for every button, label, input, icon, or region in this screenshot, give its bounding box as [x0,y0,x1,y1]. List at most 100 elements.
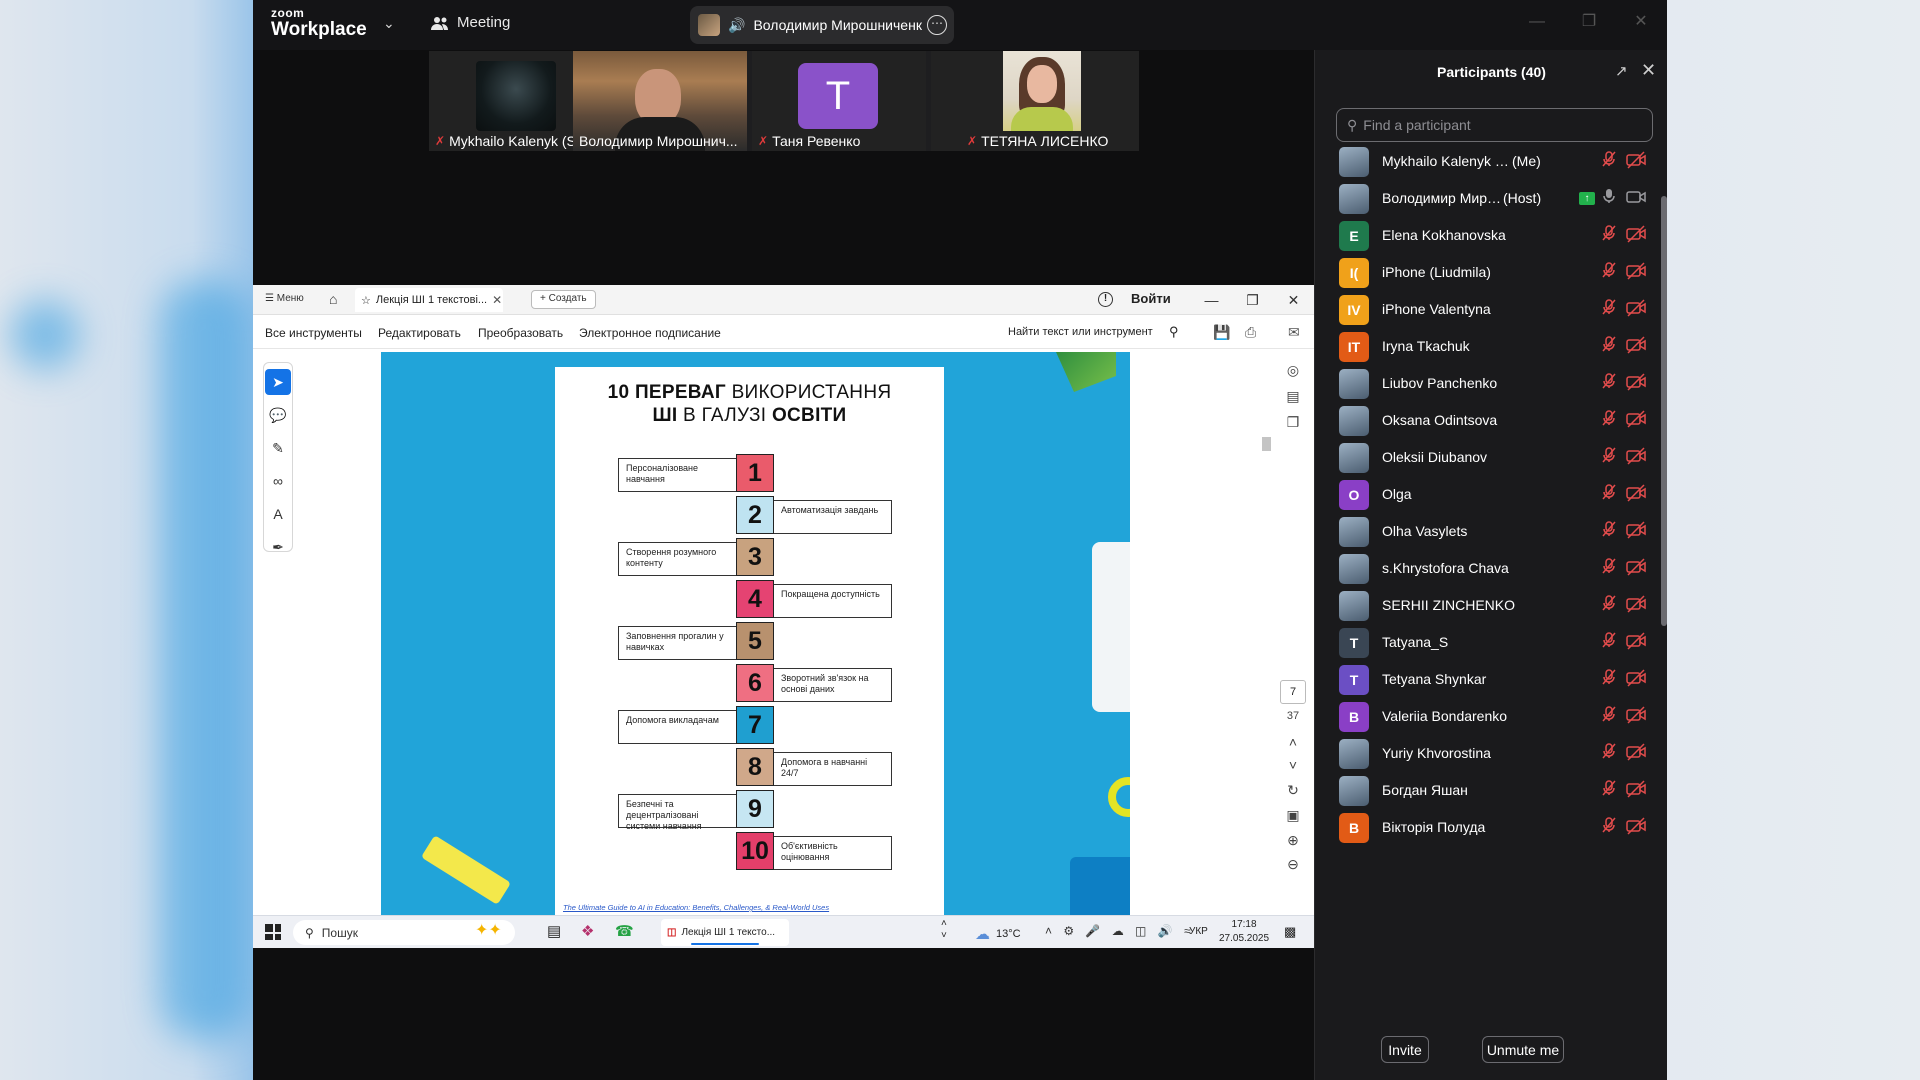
mic-muted-icon[interactable] [1601,706,1617,726]
mail-icon[interactable]: ✉ [1288,324,1300,341]
login-button[interactable]: Войти [1131,291,1171,306]
select-cursor-icon[interactable]: ➤ [265,369,291,395]
draw-icon[interactable]: ∞ [265,468,291,494]
active-speaker-pill[interactable]: 🔊 Володимир Мирошниченк ⋯ [690,6,954,44]
video-off-icon[interactable] [1626,262,1646,280]
mic-muted-icon[interactable] [1601,521,1617,541]
scrollbar-thumb[interactable] [1262,437,1271,451]
video-off-icon[interactable] [1626,558,1646,576]
video-off-icon[interactable] [1626,743,1646,761]
bookmarks-icon[interactable]: ▤ [1280,388,1306,405]
pages-icon[interactable]: ❐ [1280,414,1306,431]
mic-muted-icon[interactable] [1601,151,1617,171]
mic-muted-icon[interactable] [1601,410,1617,430]
esign-menu[interactable]: Электронное подписание [579,326,721,340]
system-tray-icons[interactable]: ˄ ⚙ 🎤 ☁ ◫ 🔊 ≈ [1045,924,1195,938]
mic-muted-icon[interactable] [1601,484,1617,504]
minimize-button[interactable]: — [1191,285,1232,315]
sign-icon[interactable]: ✒ [265,534,291,560]
document-tab[interactable]: ☆ Лекція ШІ 1 текстові... ✕ [355,288,503,312]
create-button[interactable]: + Создать [531,290,596,309]
unmute-me-button[interactable]: Unmute me [1482,1036,1564,1063]
highlight-pen-icon[interactable]: ✎ [265,435,291,461]
video-off-icon[interactable] [1626,817,1646,835]
acrobat-menu-button[interactable]: ☰ Меню [265,293,304,304]
taskbar-app-acrobat[interactable]: ◫ Лекція ШІ 1 тексто... [661,919,789,946]
weather-widget[interactable]: ☁ 13°C [975,925,1021,943]
video-off-icon[interactable] [1626,151,1646,169]
whatsapp-icon[interactable]: ☎ [615,922,634,940]
home-icon[interactable]: ⌂ [329,291,337,307]
mic-muted-icon[interactable] [1601,262,1617,282]
help-icon[interactable]: ! [1098,292,1113,307]
video-off-icon[interactable] [1626,706,1646,724]
rotate-icon[interactable]: ↻ [1280,782,1306,799]
comment-icon[interactable]: 💬 [265,402,291,428]
task-view-icon[interactable]: ▤ [547,922,561,940]
mic-muted-icon[interactable] [1601,817,1617,837]
taskbar-clock[interactable]: 17:18 27.05.2025 [1219,918,1269,946]
restore-button[interactable]: ❐ [1232,285,1273,315]
close-button[interactable]: ✕ [1615,0,1667,44]
print-icon[interactable]: ⎙ [1245,324,1256,341]
video-off-icon[interactable] [1626,410,1646,428]
video-off-icon[interactable] [1626,336,1646,354]
save-icon[interactable]: 💾 [1213,324,1230,341]
mic-muted-icon[interactable] [1601,225,1617,245]
current-page-input[interactable]: 7 [1280,680,1306,704]
mic-muted-icon[interactable] [1601,373,1617,393]
video-off-icon[interactable] [1626,669,1646,687]
video-icon[interactable] [1626,188,1646,206]
video-off-icon[interactable] [1626,373,1646,391]
source-link[interactable]: The Ultimate Guide to AI in Education: B… [563,903,829,912]
mic-muted-icon[interactable] [1601,780,1617,800]
language-indicator[interactable]: УКР [1189,926,1208,937]
participant-search-input[interactable] [1363,117,1634,133]
close-tab-icon[interactable]: ✕ [492,293,502,307]
video-tile[interactable]: ✗ ТЕТЯНА ЛИСЕНКО [931,51,1139,151]
document-view[interactable]: 10 ПЕРЕВАГ ВИКОРИСТАННЯ ШІ В ГАЛУЗІ ОСВІ… [381,352,1130,915]
convert-menu[interactable]: Преобразовать [478,326,563,340]
video-off-icon[interactable] [1626,595,1646,613]
search-icon[interactable]: ⚲ [1169,324,1179,340]
edit-menu[interactable]: Редактировать [378,326,461,340]
video-tile-active[interactable]: Володимир Мирошнич... [573,51,747,151]
video-off-icon[interactable] [1626,447,1646,465]
document-scrollbar[interactable] [1261,354,1271,914]
video-tile[interactable]: T ✗ Таня Ревенко [752,51,926,151]
copilot-icon[interactable]: ❖ [581,922,594,940]
mic-muted-icon[interactable] [1601,669,1617,689]
scrollbar-thumb[interactable] [1661,196,1667,626]
mic-muted-icon[interactable] [1601,632,1617,652]
all-tools-menu[interactable]: Все инструменты [265,326,362,340]
popout-icon[interactable]: ↗ [1615,62,1628,80]
invite-button[interactable]: Invite [1381,1036,1429,1063]
zoom-in-icon[interactable]: ⊕ [1280,832,1306,849]
video-off-icon[interactable] [1626,780,1646,798]
more-options-icon[interactable]: ⋯ [927,15,947,35]
mic-muted-icon[interactable] [1601,336,1617,356]
zoom-out-icon[interactable]: ⊖ [1280,856,1306,873]
close-icon[interactable]: ✕ [1641,60,1656,81]
taskbar-scroll-icon[interactable]: ˄ ˅ [941,918,947,942]
find-tool-label[interactable]: Найти текст или инструмент [1008,326,1153,338]
mic-muted-icon[interactable] [1601,558,1617,578]
maximize-button[interactable]: ❐ [1563,0,1615,44]
mic-icon[interactable] [1601,188,1617,208]
meeting-menu-button[interactable]: Meeting [431,14,510,31]
notification-icon[interactable]: ▩ [1284,924,1296,940]
chevron-down-icon[interactable]: ⌄ [383,15,395,32]
star-icon[interactable]: ☆ [361,294,371,307]
minimize-button[interactable]: — [1511,0,1563,44]
text-box-icon[interactable]: A [265,501,291,527]
video-off-icon[interactable] [1626,299,1646,317]
page-down-icon[interactable]: ˅ [1280,757,1306,773]
mic-muted-icon[interactable] [1601,447,1617,467]
sparkle-icon[interactable]: ✦✦ [475,920,502,940]
close-button[interactable]: ✕ [1273,285,1314,315]
mic-muted-icon[interactable] [1601,743,1617,763]
participant-row[interactable]: B Вікторія Полуда [1315,806,1660,851]
start-icon[interactable] [265,924,281,940]
participant-list-scrollbar[interactable] [1661,146,1667,1016]
mic-muted-icon[interactable] [1601,595,1617,615]
